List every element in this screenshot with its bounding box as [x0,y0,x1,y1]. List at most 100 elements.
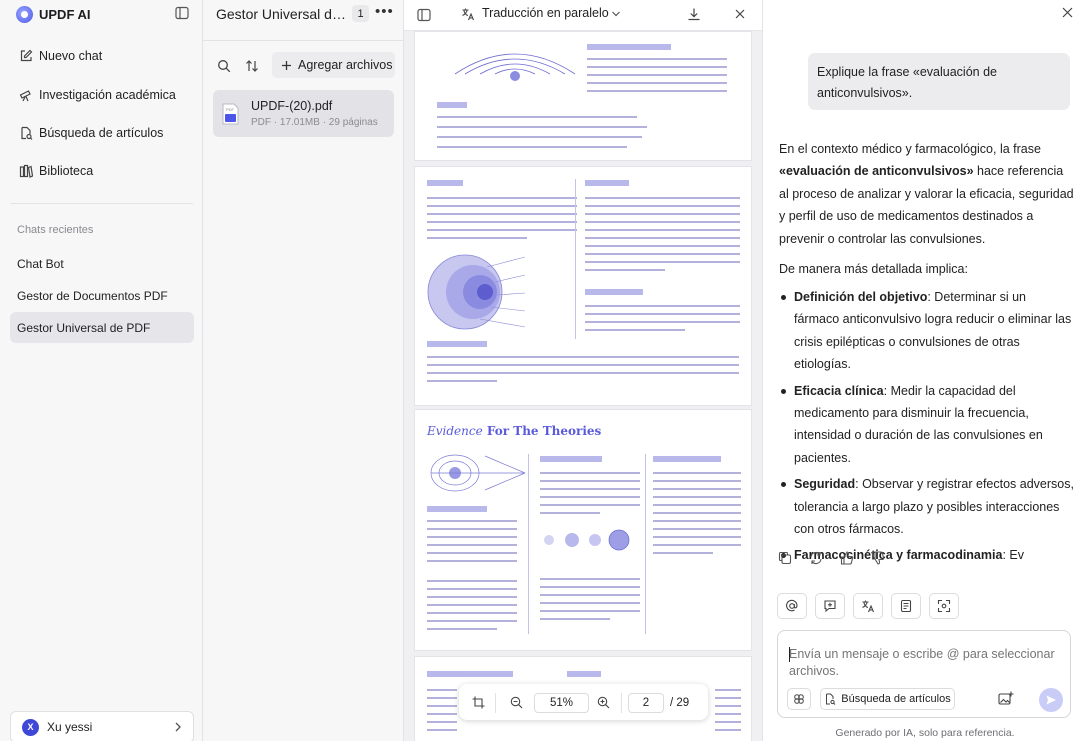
summarize-button[interactable] [815,593,845,619]
user-message-bubble: Explique la frase «evaluación de anticon… [808,53,1070,110]
zoom-toolbar: 51% 2 / 29 [459,684,708,720]
expand-icon [937,599,951,613]
close-icon[interactable] [735,9,745,19]
spheres-figure [544,529,630,551]
mention-button[interactable] [777,593,807,619]
file-count-badge: 1 [352,5,369,22]
close-icon[interactable] [1062,7,1073,18]
total-pages: / 29 [670,697,690,709]
prompt-tools [777,593,959,619]
list-item: Eficacia clínica: Medir la capacidad del… [779,380,1074,470]
at-sign-icon [786,599,798,612]
library-icon [19,164,33,178]
nav-library[interactable]: Biblioteca [10,156,193,186]
translate-icon [862,600,875,613]
plus-icon [282,60,291,70]
send-icon [1046,695,1056,705]
text-caret [789,647,790,662]
pdf-page-thumbnail [415,32,751,160]
brand: UPDF AI [16,5,91,23]
viewer-toolbar: Traducción en paralelo [404,0,762,31]
ai-chat-panel: Explique la frase «evaluación de anticon… [763,0,1087,741]
svg-text:PDF: PDF [226,107,235,112]
more-options-icon[interactable]: ••• [375,3,394,20]
answer-bullets: Definición del objetivo: Determinar si u… [779,286,1074,571]
zoom-in-icon[interactable] [597,696,610,709]
recent-chats-label: Chats recientes [17,224,94,236]
panel-toggle-icon[interactable] [417,8,431,22]
recent-chat-item-active[interactable]: Gestor Universal de PDF [10,312,194,343]
send-button[interactable] [1039,688,1063,712]
search-icon[interactable] [217,59,231,73]
file-meta: PDF · 17.01MB · 29 páginas [251,117,378,128]
mind-map-button[interactable] [929,593,959,619]
translate-button[interactable] [853,593,883,619]
nav-label: Investigación académica [39,88,176,102]
chat-add-icon [824,600,836,613]
updf-logo-icon [16,5,33,23]
download-icon[interactable] [687,7,701,21]
files-panel-title: Gestor Universal de PDF [216,6,351,22]
zoom-level-field[interactable]: 51% [534,693,589,713]
divider [10,203,193,204]
regenerate-icon[interactable] [809,551,823,565]
left-sidebar: UPDF AI Nuevo chat Investigación académi… [0,0,203,741]
field-lines-figure [430,454,526,492]
user-account-button[interactable]: X Xu yessi [10,711,194,741]
sort-icon[interactable] [245,59,259,73]
answer-lead: De manera más detallada implica: [779,262,968,277]
nav-academic-research[interactable]: Investigación académica [10,80,193,110]
article-search-button[interactable]: Búsqueda de artículos [820,688,955,710]
file-name: UPDF-(20).pdf [251,99,333,113]
page-number-field[interactable]: 2 [628,693,664,713]
file-panel: Gestor Universal de PDF 1 ••• Agregar ar… [203,0,404,741]
nav-label: Nuevo chat [39,49,103,63]
app-name: UPDF AI [39,6,91,22]
chevron-right-icon [175,722,181,732]
answer-intro: En el contexto médico y farmacológico, l… [779,142,1074,246]
ai-disclaimer: Generado por IA, solo para referencia. [835,727,1015,739]
earth-layers-figure [427,254,526,330]
recent-chat-item[interactable]: Gestor de Documentos PDF [10,280,194,311]
chevron-down-icon[interactable] [611,9,621,19]
document-list-icon [900,599,912,613]
user-name: Xu yessi [47,720,93,734]
message-actions [778,551,885,565]
nav-article-search[interactable]: Búsqueda de artículos [10,118,193,148]
pdf-page-heading: Evidence For The Theories [427,424,602,438]
pdf-page-thumbnail [415,167,751,405]
file-item[interactable]: PDF UPDF-(20).pdf PDF · 17.01MB · 29 pág… [213,90,394,137]
sparkle-icon [794,694,804,704]
thumbs-up-icon[interactable] [840,551,854,565]
translate-icon[interactable] [461,7,475,21]
image-upload-icon[interactable] [998,691,1014,706]
pdf-viewer: Traducción en paralelo Evidence For The … [404,0,763,741]
translation-mode-label[interactable]: Traducción en paralelo [482,6,609,20]
add-files-button[interactable]: Agregar archivos [272,52,395,78]
ai-tools-button[interactable] [787,688,811,710]
nav-label: Búsqueda de artículos [39,126,164,140]
message-input[interactable] [789,646,1061,682]
telescope-icon [19,90,31,102]
nav-new-chat[interactable]: Nuevo chat [10,41,193,71]
message-composer: Búsqueda de artículos [777,630,1071,718]
sidebar-collapse-icon[interactable] [175,6,189,20]
divider [203,40,404,41]
crop-icon[interactable] [472,696,485,709]
avatar: X [22,718,39,736]
explain-button[interactable] [891,593,921,619]
copy-icon[interactable] [778,551,792,565]
ai-answer: En el contexto médico y farmacológico, l… [779,138,1074,288]
magnetic-field-figure [454,53,576,81]
document-search-icon [826,693,836,705]
nav-label: Biblioteca [39,164,94,178]
document-search-icon [21,126,33,140]
pdf-file-icon: PDF [222,103,239,125]
list-item: Seguridad: Observar y registrar efectos … [779,473,1074,540]
recent-chat-item[interactable]: Chat Bot [10,248,194,279]
pdf-page-thumbnail: Evidence For The Theories [415,410,751,650]
list-item: Definición del objetivo: Determinar si u… [779,286,1074,376]
zoom-out-icon[interactable] [510,696,523,709]
article-search-label: Búsqueda de artículos [841,693,951,705]
thumbs-down-icon[interactable] [871,551,885,565]
